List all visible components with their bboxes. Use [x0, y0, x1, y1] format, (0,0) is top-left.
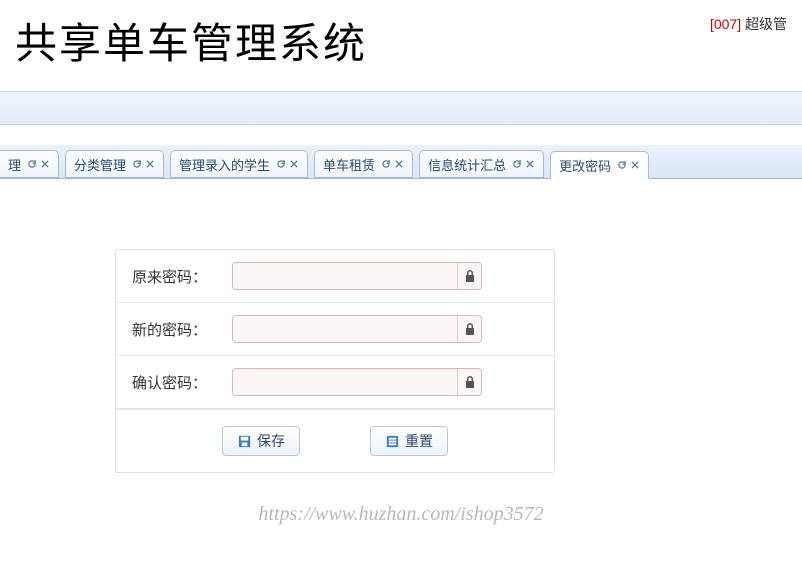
old-password-input[interactable] [233, 263, 457, 289]
refresh-icon[interactable] [381, 159, 391, 169]
button-row: 保存 重置 [116, 409, 554, 472]
tab-stats[interactable]: 信息统计汇总 [419, 150, 544, 178]
reset-icon [385, 434, 400, 449]
tab-students[interactable]: 管理录入的学生 [170, 150, 308, 178]
save-label: 保存 [257, 431, 285, 451]
reset-button[interactable]: 重置 [370, 426, 448, 456]
new-password-input[interactable] [233, 316, 457, 342]
lock-icon [457, 316, 481, 342]
old-password-label: 原来密码： [132, 266, 232, 287]
reset-label: 重置 [405, 431, 433, 451]
tabs-bar: 理 分类管理 管理录入的学生 单车租赁 信息统计汇总 更改密 [0, 145, 802, 179]
close-icon[interactable] [394, 159, 404, 169]
form-row-old-password: 原来密码： [116, 250, 554, 303]
confirm-password-input[interactable] [233, 369, 457, 395]
lock-icon [457, 263, 481, 289]
tab-label: 信息统计汇总 [428, 155, 506, 174]
close-icon[interactable] [289, 159, 299, 169]
change-password-form: 原来密码： 新的密码： 确认密码： [115, 249, 555, 473]
tab-label: 理 [8, 155, 21, 174]
refresh-icon[interactable] [27, 159, 37, 169]
user-code: [007] [710, 16, 741, 32]
user-info: [007] 超级管 [710, 14, 787, 34]
tab-change-password[interactable]: 更改密码 [550, 151, 649, 179]
refresh-icon[interactable] [132, 159, 142, 169]
tab-manage[interactable]: 理 [0, 150, 59, 178]
tab-label: 分类管理 [74, 155, 126, 174]
tab-label: 单车租赁 [323, 155, 375, 174]
new-password-wrap [232, 315, 482, 343]
tab-label: 更改密码 [559, 156, 611, 175]
refresh-icon[interactable] [512, 159, 522, 169]
content-area: 原来密码： 新的密码： 确认密码： [0, 179, 802, 526]
refresh-icon[interactable] [276, 159, 286, 169]
tab-rental[interactable]: 单车租赁 [314, 150, 413, 178]
close-icon[interactable] [40, 159, 50, 169]
form-row-confirm-password: 确认密码： [116, 356, 554, 409]
form-row-new-password: 新的密码： [116, 303, 554, 356]
close-icon[interactable] [525, 159, 535, 169]
new-password-label: 新的密码： [132, 319, 232, 340]
watermark-text: https://www.huzhan.com/ishop3572 [0, 503, 802, 526]
save-icon [237, 434, 252, 449]
close-icon[interactable] [145, 159, 155, 169]
page-header: 共享单车管理系统 [007] 超级管 [0, 0, 802, 91]
ribbon-bar [0, 91, 802, 125]
old-password-wrap [232, 262, 482, 290]
confirm-password-wrap [232, 368, 482, 396]
lock-icon [457, 369, 481, 395]
tab-category[interactable]: 分类管理 [65, 150, 164, 178]
user-role: 超级管 [745, 16, 787, 32]
save-button[interactable]: 保存 [222, 426, 300, 456]
app-title: 共享单车管理系统 [15, 10, 367, 71]
close-icon[interactable] [630, 160, 640, 170]
confirm-password-label: 确认密码： [132, 372, 232, 393]
tab-label: 管理录入的学生 [179, 155, 270, 174]
refresh-icon[interactable] [617, 160, 627, 170]
